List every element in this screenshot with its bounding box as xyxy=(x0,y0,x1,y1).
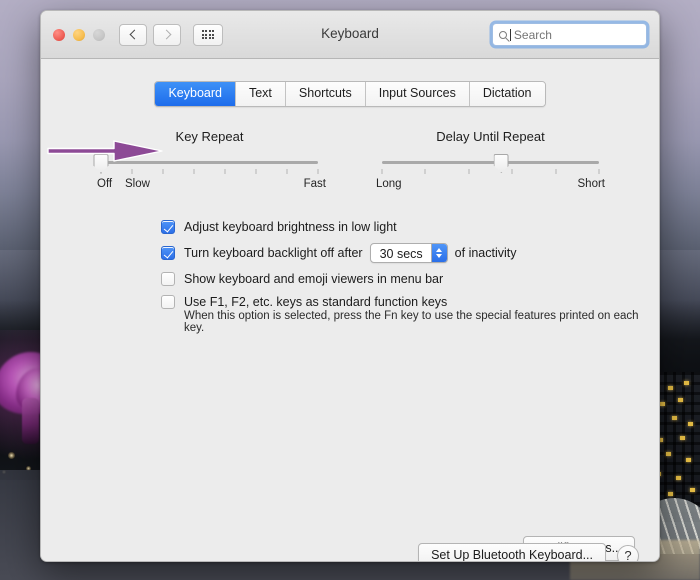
building-window xyxy=(672,416,677,420)
option-label-function-keys: Use F1, F2, etc. keys as standard functi… xyxy=(184,295,448,309)
backlight-delay-stepper[interactable]: 30 secs xyxy=(369,243,448,263)
option-row-backlight-off[interactable]: Turn keyboard backlight off after 30 sec… xyxy=(161,243,659,263)
building-window xyxy=(678,398,683,402)
slider-ticks xyxy=(381,169,600,174)
help-button[interactable]: ? xyxy=(617,544,639,561)
options-list: Adjust keyboard brightness in low light … xyxy=(41,220,659,334)
stepper-arrows-icon[interactable] xyxy=(430,244,447,262)
stepper-down-arrow-icon[interactable] xyxy=(436,254,443,258)
delay-slider-labels: Long Short xyxy=(376,178,605,194)
preferences-body: Keyboard Text Shortcuts Input Sources Di… xyxy=(41,81,659,561)
slider-label-slow: Slow xyxy=(125,178,150,190)
backlight-delay-value: 30 secs xyxy=(379,246,423,261)
tab-dictation[interactable]: Dictation xyxy=(469,82,545,106)
set-up-bluetooth-keyboard-button[interactable]: Set Up Bluetooth Keyboard... xyxy=(418,543,606,561)
close-button[interactable] xyxy=(53,28,65,41)
key-repeat-slider[interactable] xyxy=(93,154,319,174)
show-all-button[interactable] xyxy=(193,23,223,46)
delay-until-repeat-slider-group: Delay Until Repeat Long Short xyxy=(350,129,631,194)
delay-until-repeat-slider[interactable] xyxy=(381,154,600,174)
key-repeat-label: Key Repeat xyxy=(175,129,244,144)
building-window xyxy=(680,436,685,440)
tab-bar: Keyboard Text Shortcuts Input Sources Di… xyxy=(41,81,659,107)
tab-text[interactable]: Text xyxy=(235,82,286,106)
option-row-adjust-brightness[interactable]: Adjust keyboard brightness in low light xyxy=(161,220,659,234)
building-window xyxy=(666,452,671,456)
supertree-trunk xyxy=(22,398,39,444)
tab-input-sources[interactable]: Input Sources xyxy=(365,82,470,106)
forward-button[interactable] xyxy=(153,23,181,46)
tab-shortcuts[interactable]: Shortcuts xyxy=(285,82,366,106)
keyboard-preferences-window: Keyboard Keyboard Text Shortcuts Input S… xyxy=(40,10,660,562)
search-field[interactable] xyxy=(492,23,647,46)
slider-label-off: Off xyxy=(97,178,113,190)
stepper-up-arrow-icon[interactable] xyxy=(436,248,443,252)
desktop-wallpaper: Keyboard Keyboard Text Shortcuts Input S… xyxy=(0,0,700,580)
delay-until-repeat-label: Delay Until Repeat xyxy=(436,129,545,144)
checkbox-function-keys[interactable] xyxy=(161,295,175,309)
option-label-show-viewers: Show keyboard and emoji viewers in menu … xyxy=(184,272,444,286)
building-window xyxy=(660,402,665,406)
slider-ticks xyxy=(100,169,319,174)
slider-label-fast: Fast xyxy=(303,178,326,190)
option-label-backlight-off-prefix: Turn keyboard backlight off after xyxy=(184,246,363,260)
window-titlebar[interactable]: Keyboard xyxy=(41,11,659,59)
option-label-adjust-brightness: Adjust keyboard brightness in low light xyxy=(184,220,397,234)
slider-section: Key Repeat Off Slow Fast Delay Until Rep… xyxy=(41,129,659,194)
search-input[interactable] xyxy=(511,26,640,43)
slider-track xyxy=(382,161,599,164)
search-icon xyxy=(499,30,507,39)
back-button[interactable] xyxy=(119,23,147,46)
slider-track xyxy=(101,161,318,164)
building-window xyxy=(688,422,693,426)
traffic-light-group xyxy=(53,28,105,41)
checkbox-backlight-off[interactable] xyxy=(161,246,175,260)
option-row-function-keys[interactable]: Use F1, F2, etc. keys as standard functi… xyxy=(161,295,659,309)
window-bottom-bar: Set Up Bluetooth Keyboard... ? xyxy=(418,543,639,561)
text-caret xyxy=(510,28,511,41)
park-lamp xyxy=(8,452,15,459)
building-window xyxy=(684,381,689,385)
zoom-button xyxy=(93,28,105,41)
building-window xyxy=(668,386,673,390)
building-window xyxy=(676,476,681,480)
checkbox-show-viewers[interactable] xyxy=(161,272,175,286)
key-repeat-slider-group: Key Repeat Off Slow Fast xyxy=(69,129,350,194)
function-keys-help-text: When this option is selected, press the … xyxy=(184,310,639,334)
grid-icon xyxy=(201,29,215,40)
key-repeat-slider-labels: Off Slow Fast xyxy=(97,178,326,194)
option-label-backlight-off-suffix: of inactivity xyxy=(454,246,517,260)
chevron-left-icon xyxy=(129,29,139,40)
chevron-right-icon xyxy=(161,29,171,40)
option-row-show-viewers[interactable]: Show keyboard and emoji viewers in menu … xyxy=(161,272,659,286)
checkbox-adjust-brightness[interactable] xyxy=(161,220,175,234)
navigation-buttons xyxy=(119,23,181,46)
slider-label-long: Long xyxy=(376,178,402,190)
slider-label-short: Short xyxy=(577,178,606,190)
building-window xyxy=(686,458,691,462)
tab-strip: Keyboard Text Shortcuts Input Sources Di… xyxy=(154,81,546,107)
minimize-button[interactable] xyxy=(73,28,85,41)
tab-keyboard[interactable]: Keyboard xyxy=(155,82,236,106)
